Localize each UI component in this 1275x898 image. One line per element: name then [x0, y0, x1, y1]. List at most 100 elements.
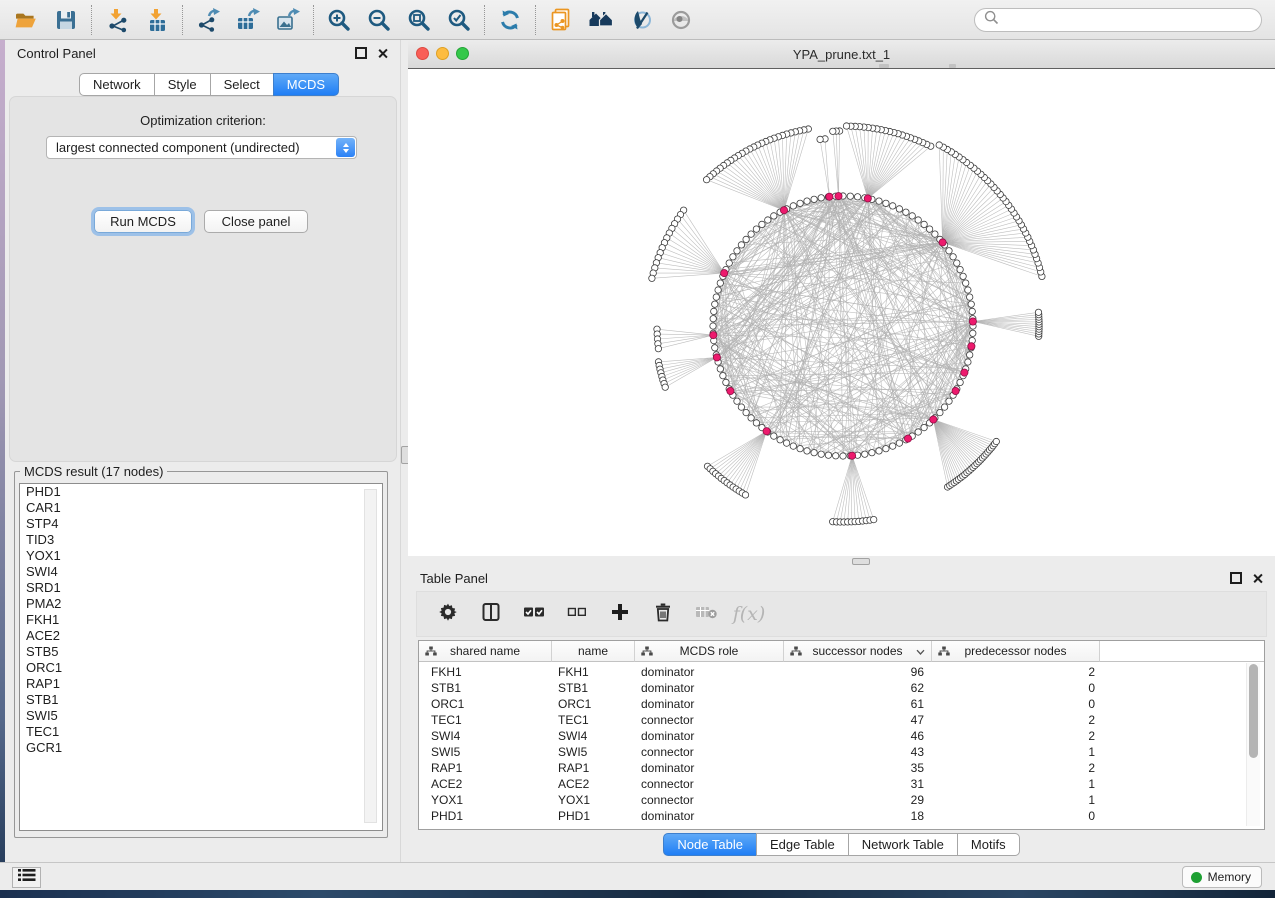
network-node[interactable] [854, 194, 860, 200]
mcds-dominator-node[interactable] [835, 193, 842, 200]
float-panel-icon[interactable] [355, 47, 367, 59]
result-list-item[interactable]: SWI4 [20, 564, 382, 580]
network-node[interactable] [771, 433, 777, 439]
column-header-predecessor-nodes[interactable]: predecessor nodes [932, 641, 1100, 662]
network-node[interactable] [777, 437, 783, 443]
network-node[interactable] [909, 213, 915, 219]
result-list-item[interactable]: ACE2 [20, 628, 382, 644]
column-header-mcds-role[interactable]: MCDS role [635, 641, 784, 662]
result-list-item[interactable]: PMA2 [20, 596, 382, 612]
network-node[interactable] [738, 404, 744, 410]
network-node[interactable] [965, 287, 971, 293]
network-node[interactable] [765, 217, 771, 223]
network-node[interactable] [723, 379, 729, 385]
table-tab-edge-table[interactable]: Edge Table [756, 833, 849, 856]
export-network-button[interactable] [188, 3, 228, 37]
result-list-item[interactable]: CAR1 [20, 500, 382, 516]
mcds-dominator-node[interactable] [727, 387, 734, 394]
network-node[interactable] [790, 203, 796, 209]
refresh-layout-button[interactable] [490, 3, 530, 37]
network-node[interactable] [903, 209, 909, 215]
network-node[interactable] [771, 213, 777, 219]
import-table-button[interactable] [137, 3, 177, 37]
network-node[interactable] [734, 248, 740, 254]
search-box[interactable] [974, 8, 1262, 32]
network-node[interactable] [825, 452, 831, 458]
zoom-fit-button[interactable] [399, 3, 439, 37]
network-node[interactable] [748, 415, 754, 421]
mcds-dominator-node[interactable] [710, 332, 717, 339]
mcds-result-list[interactable]: PHD1CAR1STP4TID3YOX1SWI4SRD1PMA2FKH1ACE2… [19, 483, 383, 831]
zoom-out-button[interactable] [359, 3, 399, 37]
minimize-window-icon[interactable] [436, 47, 449, 60]
network-node[interactable] [967, 294, 973, 300]
close-panel-button[interactable]: Close panel [204, 210, 308, 233]
result-list-item[interactable]: STB1 [20, 692, 382, 708]
network-node[interactable] [957, 379, 963, 385]
table-scrollbar[interactable] [1246, 663, 1260, 826]
network-node[interactable] [830, 128, 836, 134]
network-node[interactable] [862, 451, 868, 457]
network-node[interactable] [890, 203, 896, 209]
table-tab-node-table[interactable]: Node Table [663, 833, 757, 856]
criterion-dropdown[interactable]: largest connected component (undirected) [46, 136, 357, 159]
run-mcds-button[interactable]: Run MCDS [94, 210, 192, 233]
table-row[interactable]: PHD1PHD1dominator180 [419, 808, 1264, 824]
network-node[interactable] [883, 446, 889, 452]
network-node[interactable] [883, 200, 889, 206]
network-node[interactable] [730, 254, 736, 260]
network-node[interactable] [876, 198, 882, 204]
network-window-titlebar[interactable]: YPA_prune.txt_1 [408, 40, 1275, 69]
export-table-button[interactable] [228, 3, 268, 37]
document-network-button[interactable] [541, 3, 581, 37]
column-header-name[interactable]: name [552, 641, 635, 662]
network-node[interactable] [946, 398, 952, 404]
network-node[interactable] [890, 443, 896, 449]
network-node[interactable] [937, 409, 943, 415]
network-node[interactable] [968, 301, 974, 307]
network-node[interactable] [712, 301, 718, 307]
network-node[interactable] [915, 217, 921, 223]
network-node[interactable] [811, 196, 817, 202]
network-node[interactable] [713, 294, 719, 300]
network-node[interactable] [817, 136, 823, 142]
table-row[interactable]: FKH1FKH1dominator962 [419, 664, 1264, 680]
mcds-dominator-node[interactable] [904, 435, 911, 442]
table-tab-motifs[interactable]: Motifs [957, 833, 1020, 856]
close-panel-icon[interactable] [378, 48, 388, 58]
network-node[interactable] [970, 330, 976, 336]
network-node[interactable] [840, 453, 846, 459]
memory-button[interactable]: Memory [1182, 866, 1262, 888]
table-row[interactable]: SWI5SWI5connector431 [419, 744, 1264, 760]
network-node[interactable] [896, 206, 902, 212]
network-node[interactable] [957, 266, 963, 272]
list-button[interactable] [12, 867, 41, 888]
network-node[interactable] [649, 275, 655, 281]
open-session-button[interactable] [6, 3, 46, 37]
result-list-item[interactable]: STB5 [20, 644, 382, 660]
network-node[interactable] [960, 273, 966, 279]
tab-network[interactable]: Network [79, 73, 155, 96]
network-node[interactable] [759, 221, 765, 227]
table-row[interactable]: ACE2ACE2connector311 [419, 776, 1264, 792]
export-image-button[interactable] [268, 3, 308, 37]
network-node[interactable] [950, 254, 956, 260]
network-node[interactable] [804, 198, 810, 204]
network-node[interactable] [753, 226, 759, 232]
column-header-shared-name[interactable]: shared name [419, 641, 552, 662]
result-list-item[interactable]: SRD1 [20, 580, 382, 596]
result-list-item[interactable]: STP4 [20, 516, 382, 532]
mcds-dominator-node[interactable] [952, 387, 959, 394]
result-list-item[interactable]: TEC1 [20, 724, 382, 740]
network-node[interactable] [811, 450, 817, 456]
table-scrollbar-thumb[interactable] [1249, 664, 1258, 758]
table-settings-gear-button[interactable] [435, 599, 461, 629]
double-house-button[interactable] [581, 3, 621, 37]
network-node[interactable] [797, 200, 803, 206]
tab-select[interactable]: Select [210, 73, 274, 96]
network-node[interactable] [946, 248, 952, 254]
mcds-dominator-node[interactable] [969, 318, 976, 325]
network-node[interactable] [876, 448, 882, 454]
mcds-dominator-node[interactable] [930, 416, 937, 423]
network-node[interactable] [710, 323, 716, 329]
